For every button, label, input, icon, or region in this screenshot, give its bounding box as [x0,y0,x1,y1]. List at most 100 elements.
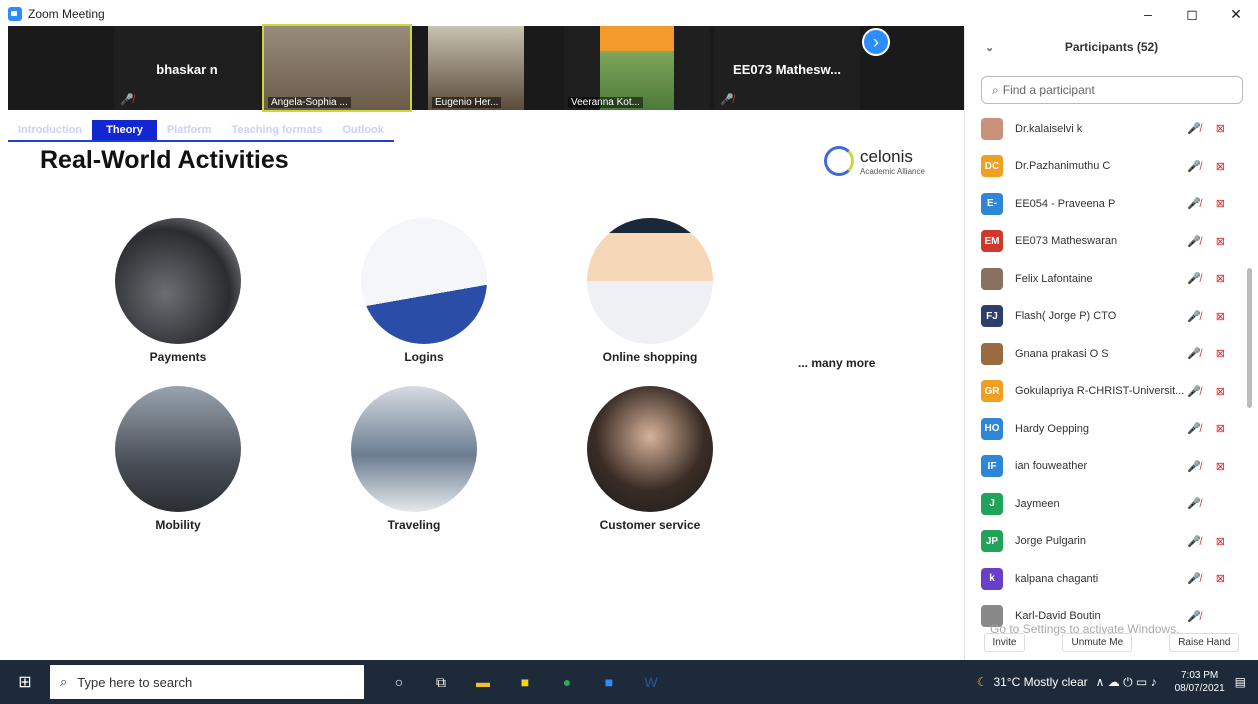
participant-row[interactable]: Gnana prakasi O S 🎤̸ ⊠ [965,335,1245,373]
participant-name: Veeranna Kot... [568,97,643,108]
avatar: GR [981,380,1003,403]
sticky-notes-icon[interactable]: ■ [504,660,546,704]
activity-label: Logins [404,350,444,364]
notifications-icon[interactable]: ▤ [1235,675,1246,689]
video-off-icon: ⊠ [1215,423,1225,436]
video-off-icon: ⊠ [1215,385,1225,398]
participant-search-input[interactable]: ⌕ Find a participant [981,76,1243,104]
avatar [981,267,1003,290]
windows-start-icon[interactable]: ⊞ [0,672,50,692]
participant-name: Gnana prakasi O S [1015,347,1109,360]
slide-tab: Introduction [8,120,93,140]
avatar: J [981,492,1003,515]
activity-logins: Logins [344,218,504,364]
participant-row[interactable]: DC Dr.Pazhanimuthu C 🎤̸ ⊠ [965,148,1245,186]
search-icon: ⌕ [992,82,999,97]
participant-row[interactable]: HO Hardy Oepping 🎤̸ ⊠ [965,410,1245,448]
weather-icon[interactable]: ☾ [977,675,988,689]
task-view-icon[interactable]: ⧉ [420,660,462,704]
video-off-icon: ⊠ [1215,198,1225,211]
celonis-logo-icon [824,146,854,176]
tray-icons[interactable]: ∧ ☁ ⏻ ▭ ♪ [1096,675,1157,690]
muted-mic-icon: 🎤̸ [1187,460,1201,473]
avatar [981,342,1003,365]
cortana-icon[interactable]: ○ [378,660,420,704]
participant-row[interactable]: Dr.kalaiselvi k 🎤̸ ⊠ [965,110,1245,148]
video-tile[interactable]: bhaskar n 🎤̸ [114,26,260,110]
participant-row[interactable]: GR Gokulapriya R-CHRIST-Universit... 🎤̸ ⊠ [965,373,1245,411]
muted-mic-icon: 🎤̸ [120,94,134,106]
chrome-icon[interactable]: ● [546,660,588,704]
video-off-icon: ⊠ [1215,348,1225,361]
video-off-icon: ⊠ [1215,310,1225,323]
participant-name: Hardy Oepping [1015,422,1089,435]
participant-name: kalpana chaganti [1015,572,1099,585]
raise-hand-button[interactable]: Raise Hand [1169,632,1240,652]
minimize-icon[interactable]: – [1126,6,1170,22]
participant-row[interactable]: JP Jorge Pulgarin 🎤̸ ⊠ [965,523,1245,561]
video-tile[interactable]: EE073 Mathesw... 🎤̸ [714,26,860,110]
search-icon: ⌕ [60,674,68,689]
participant-row[interactable]: EM EE073 Matheswaran 🎤̸ ⊠ [965,223,1245,261]
avatar: k [981,567,1003,590]
avatar: JP [981,530,1003,553]
participant-name: EE054 - Praveena P [1015,197,1116,210]
participant-row[interactable]: k kalpana chaganti 🎤̸ ⊠ [965,560,1245,598]
video-off-icon: ⊠ [1215,460,1225,473]
file-explorer-icon[interactable]: ▬ [462,660,504,704]
video-off-icon: ⊠ [1215,235,1225,248]
slide-tab: Teaching formats [221,120,333,140]
participant-row[interactable]: J Jaymeen 🎤̸ [965,485,1245,523]
zoom-app-icon[interactable]: ■ [588,660,630,704]
many-more-label: ... many more [798,356,876,370]
participant-name: Eugenio Her... [432,97,502,108]
avatar: IF [981,455,1003,478]
participant-name: Gokulapriya R-CHRIST-Universit... [1015,385,1185,398]
slide-tabs: Introduction Theory Platform Teaching fo… [8,120,394,142]
activity-label: Mobility [155,518,201,532]
video-off-icon: ⊠ [1215,273,1225,286]
participant-row[interactable]: IF ian fouweather 🎤̸ ⊠ [965,448,1245,486]
video-tile[interactable]: Angela-Sophia ... [262,24,412,112]
muted-mic-icon: 🎤̸ [1187,573,1201,586]
chevron-down-icon[interactable]: ⌄ [985,41,994,54]
participant-name: Dr.Pazhanimuthu C [1015,160,1111,173]
participant-list: Dr.kalaiselvi k 🎤̸ ⊠ DC Dr.Pazhanimuthu C 🎤̸ ⊠… [965,110,1245,630]
taskbar: ⊞ ⌕ Type here to search ○ ⧉ ▬ ■ ● ■ W ☾ … [0,660,1258,704]
clock-date: 08/07/2021 [1174,683,1225,694]
celonis-logo: celonis Academic Alliance [824,146,925,176]
maximize-icon[interactable]: ◻ [1170,6,1214,23]
video-off-icon: ⊠ [1215,123,1225,136]
mobility-image [115,386,241,512]
muted-mic-icon: 🎤̸ [1187,160,1201,173]
window-controls: – ◻ ✕ [964,0,1258,28]
payments-image [115,218,241,344]
avatar: HO [981,417,1003,440]
participant-row[interactable]: FJ Flash( Jorge P) CTO 🎤̸ ⊠ [965,298,1245,336]
avatar [981,117,1003,140]
logo-subtitle: Academic Alliance [860,166,925,176]
weather-text[interactable]: 31°C Mostly clear [993,675,1087,689]
traveling-image [351,386,477,512]
muted-mic-icon: 🎤̸ [1187,535,1201,548]
activity-customer-service: Customer service [570,386,730,532]
clock[interactable]: 7:03 PM 08/07/2021 [1175,669,1225,695]
activity-payments: Payments [98,218,258,364]
participants-panel: ⌄ Participants (52) ⌕ Find a participant… [964,28,1258,660]
video-off-icon: ⊠ [1215,573,1225,586]
slide-tab-selected: Theory [92,120,157,140]
video-tile[interactable]: Veeranna Kot... [564,26,710,110]
word-icon[interactable]: W [630,660,672,704]
participant-row[interactable]: E- EE054 - Praveena P 🎤̸ ⊠ [965,185,1245,223]
slide-tab: Platform [156,120,222,140]
close-icon[interactable]: ✕ [1214,6,1258,23]
taskbar-search-input[interactable]: ⌕ Type here to search [50,665,364,699]
muted-mic-icon: 🎤̸ [1187,198,1201,211]
next-page-button[interactable]: › [862,28,890,56]
participant-name: Felix Lafontaine [1015,272,1093,285]
video-tile[interactable]: Eugenio Her... [428,26,524,110]
scrollbar[interactable] [1247,268,1252,408]
participant-row[interactable]: Felix Lafontaine 🎤̸ ⊠ [965,260,1245,298]
participant-name: Dr.kalaiselvi k [1015,122,1083,135]
logins-image [361,218,487,344]
